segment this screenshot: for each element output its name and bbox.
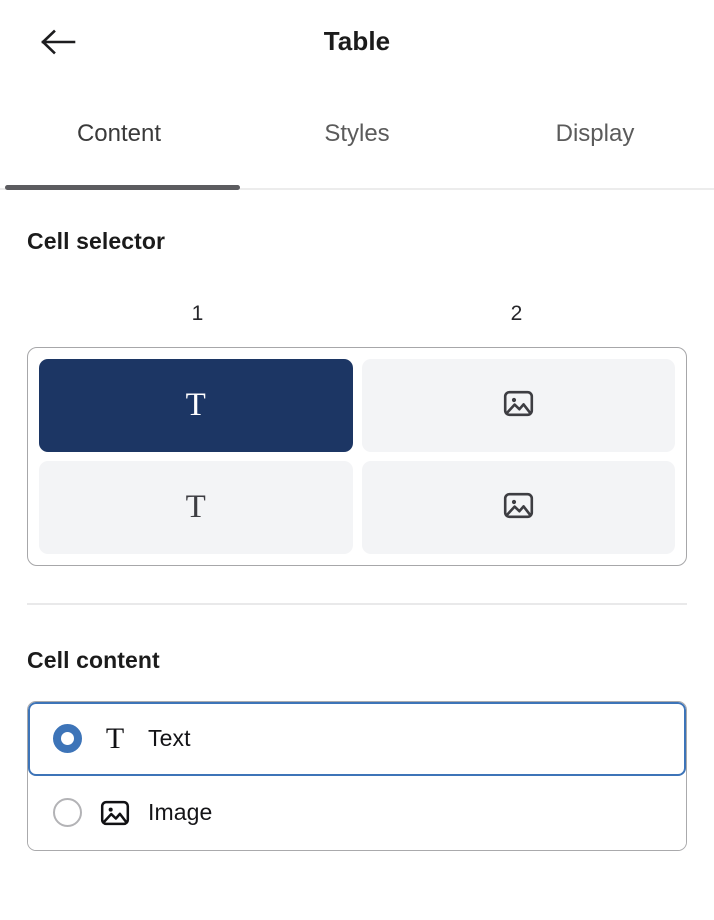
cell-grid: T T [27, 347, 687, 566]
cell-selector-title: Cell selector [27, 228, 166, 254]
radio-label-text: Text [148, 725, 191, 751]
radio-option-image[interactable]: Image [28, 775, 686, 850]
arrow-left-icon [40, 29, 76, 55]
radio-option-text[interactable]: T Text [28, 701, 686, 776]
cell-content-title: Cell content [27, 646, 160, 673]
radio-label-image: Image [148, 799, 213, 825]
tab-display[interactable]: Display [476, 120, 714, 152]
active-tab-indicator [5, 185, 240, 190]
radio-button-text[interactable] [53, 724, 82, 753]
page-title: Table [323, 25, 391, 56]
image-icon [503, 492, 534, 524]
image-icon [100, 800, 130, 826]
column-header-1: 1 [191, 302, 204, 325]
text-icon: T [185, 387, 206, 423]
radio-button-image[interactable] [53, 798, 82, 827]
tab-styles[interactable]: Styles [238, 120, 476, 152]
tab-content[interactable]: Content [0, 120, 238, 152]
image-icon [503, 390, 534, 422]
column-header-row: 1 2 [27, 302, 687, 326]
text-icon: T [185, 489, 206, 525]
back-button[interactable] [34, 22, 82, 62]
cell-r1c2[interactable] [361, 359, 675, 452]
tab-bar: Content Styles Display [0, 82, 714, 190]
table-settings-panel: Table Content Styles Display Cell select… [0, 0, 714, 920]
cell-r1c1[interactable]: T [39, 359, 353, 452]
cell-selector-section: Cell selector 1 2 T T [0, 190, 714, 605]
cell-r2c1[interactable]: T [39, 461, 353, 554]
cell-content-radio-group: T Text Image [27, 700, 687, 851]
panel-header: Table [0, 0, 714, 82]
cell-r2c2[interactable] [361, 461, 675, 554]
cell-content-section: Cell content T Text Image [0, 605, 714, 851]
text-icon: T [105, 721, 125, 755]
column-header-2: 2 [510, 302, 523, 325]
